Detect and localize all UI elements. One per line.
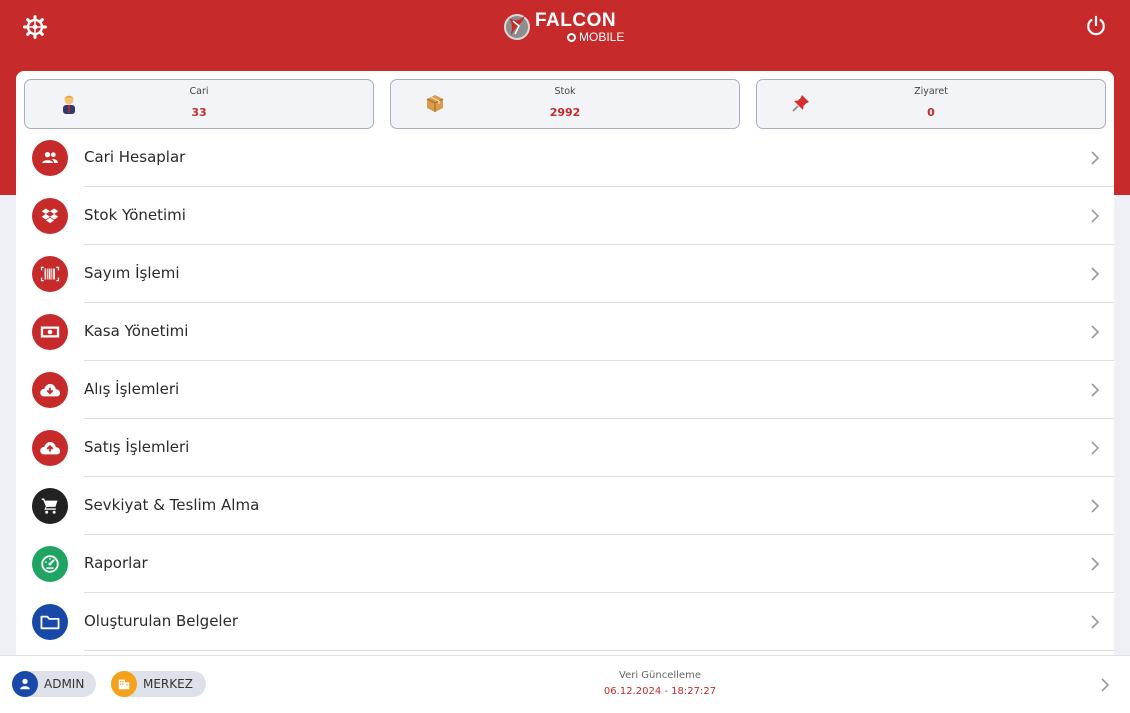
menu-item-label: Stok Yönetimi xyxy=(84,206,186,224)
chevron-right-icon xyxy=(1091,151,1100,165)
branch-chip-label: MERKEZ xyxy=(143,677,193,691)
menu-item-label: Oluşturulan Belgeler xyxy=(84,612,238,630)
cloud-download-icon xyxy=(32,372,68,408)
cart-icon xyxy=(32,488,68,524)
chevron-right-icon xyxy=(1091,267,1100,281)
stat-value: 33 xyxy=(191,106,207,119)
chevron-right-icon xyxy=(1091,557,1100,571)
update-label: Veri Güncelleme xyxy=(619,670,701,681)
settings-button[interactable] xyxy=(22,14,48,40)
stat-card-cari[interactable]: Cari 33 xyxy=(24,79,374,129)
falcon-logo-icon xyxy=(504,14,530,40)
menu-item-label: Raporlar xyxy=(84,554,148,572)
menu-item-sayim-islemi[interactable]: Sayım İşlemi xyxy=(16,245,1114,303)
chevron-right-icon xyxy=(1091,499,1100,513)
people-icon xyxy=(32,140,68,176)
folder-icon xyxy=(32,604,68,640)
stat-value: 2992 xyxy=(549,106,581,119)
footer-bar: ADMIN MERKEZ Veri Güncelleme 06.12.2024 … xyxy=(0,655,1130,713)
chevron-right-icon xyxy=(1091,441,1100,455)
chevron-right-icon[interactable] xyxy=(1100,678,1110,692)
menu-item-olusturulan-belgeler[interactable]: Oluşturulan Belgeler xyxy=(16,593,1114,651)
chevron-right-icon xyxy=(1091,615,1100,629)
logout-button[interactable] xyxy=(1084,14,1108,38)
menu-item-label: Kasa Yönetimi xyxy=(84,322,189,340)
stat-value: 0 xyxy=(927,106,935,119)
menu-item-label: Sayım İşlemi xyxy=(84,264,180,282)
chevron-right-icon xyxy=(1091,325,1100,339)
power-icon xyxy=(1087,15,1105,36)
money-icon xyxy=(32,314,68,350)
dropbox-icon xyxy=(32,198,68,234)
menu-item-label: Sevkiyat & Teslim Alma xyxy=(84,496,260,514)
stat-label: Cari xyxy=(189,86,209,97)
logo-title: FALCON xyxy=(535,10,617,31)
stat-card-ziyaret[interactable]: Ziyaret 0 xyxy=(756,79,1106,129)
stat-card-stok[interactable]: Stok 2992 xyxy=(390,79,740,129)
logo-subtitle: MOBILE xyxy=(567,31,624,43)
user-chip-label: ADMIN xyxy=(44,677,85,691)
logo-subtitle-text: MOBILE xyxy=(579,30,625,44)
divider xyxy=(84,650,1114,651)
building-icon xyxy=(111,671,137,697)
stat-label: Ziyaret xyxy=(914,86,948,97)
menu-item-satis-islemleri[interactable]: Satış İşlemleri xyxy=(16,419,1114,477)
speedometer-icon xyxy=(32,546,68,582)
barcode-icon xyxy=(32,256,68,292)
update-timestamp: 06.12.2024 - 18:27:27 xyxy=(603,686,717,697)
falcon-logo: FALCON MOBILE xyxy=(503,10,633,44)
cloud-upload-icon xyxy=(32,430,68,466)
user-icon xyxy=(12,671,38,697)
main-panel: Cari 33 Stok 2992 Ziyaret 0 Cari Hesapla… xyxy=(16,71,1114,713)
chevron-right-icon xyxy=(1091,209,1100,223)
main-menu: Cari Hesaplar Stok Yönetimi Sayım İşlemi… xyxy=(16,129,1114,651)
menu-item-alis-islemleri[interactable]: Alış İşlemleri xyxy=(16,361,1114,419)
menu-item-label: Satış İşlemleri xyxy=(84,438,190,456)
menu-item-label: Alış İşlemleri xyxy=(84,380,180,398)
menu-item-label: Cari Hesaplar xyxy=(84,148,186,166)
menu-item-raporlar[interactable]: Raporlar xyxy=(16,535,1114,593)
menu-item-sevkiyat-teslim-alma[interactable]: Sevkiyat & Teslim Alma xyxy=(16,477,1114,535)
gear-icon xyxy=(23,15,47,39)
menu-item-stok-yonetimi[interactable]: Stok Yönetimi xyxy=(16,187,1114,245)
stats-row: Cari 33 Stok 2992 Ziyaret 0 xyxy=(24,79,1106,129)
menu-item-cari-hesaplar[interactable]: Cari Hesaplar xyxy=(16,129,1114,187)
chevron-right-icon xyxy=(1091,383,1100,397)
logo-dot-icon xyxy=(567,32,576,42)
stat-label: Stok xyxy=(554,86,576,97)
branch-chip[interactable]: MERKEZ xyxy=(111,671,206,697)
user-chip[interactable]: ADMIN xyxy=(12,671,96,697)
menu-item-kasa-yonetimi[interactable]: Kasa Yönetimi xyxy=(16,303,1114,361)
